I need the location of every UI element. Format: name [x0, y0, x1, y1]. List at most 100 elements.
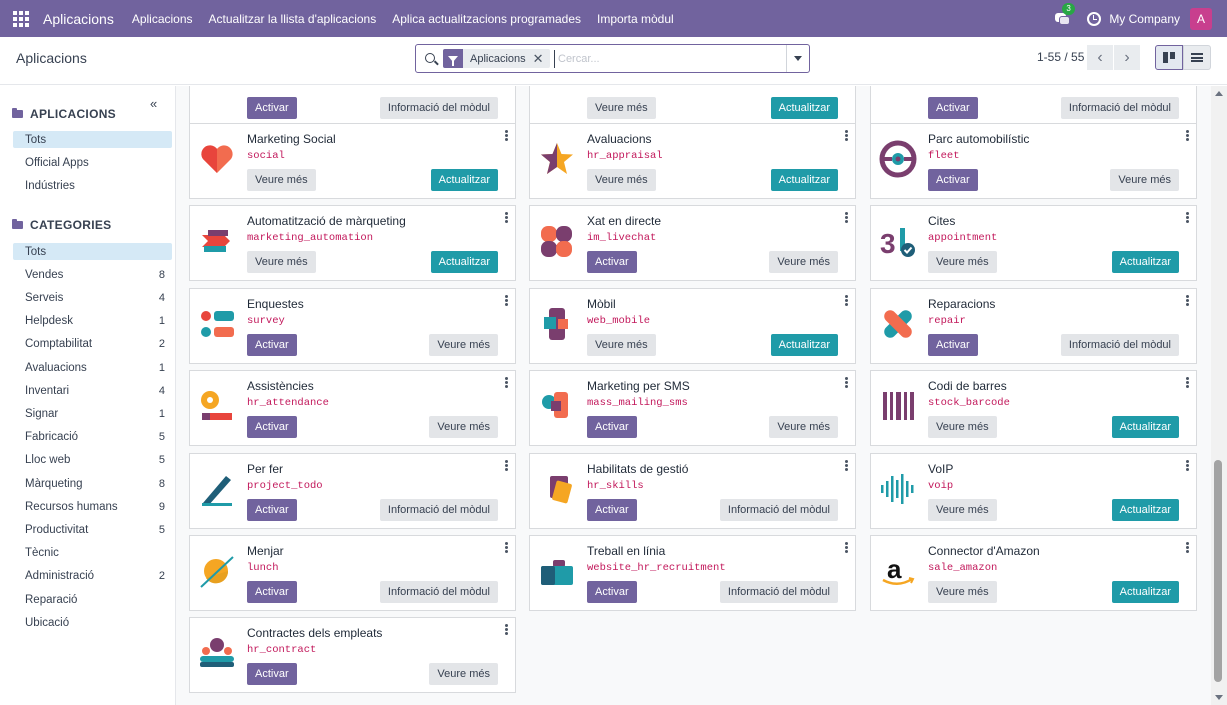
scroll-down-icon[interactable] — [1215, 695, 1223, 700]
card-left-button[interactable]: Activar — [247, 333, 297, 356]
card-menu-icon[interactable] — [845, 377, 848, 389]
card-left-button[interactable]: Activar — [247, 663, 297, 686]
card-right-button[interactable]: Veure més — [1110, 169, 1179, 191]
sidebar-category-item[interactable]: Lloc web 5 — [13, 452, 172, 469]
card-menu-icon[interactable] — [1186, 294, 1189, 306]
menu-update-list[interactable]: Actualitzar la llista d'aplicacions — [209, 12, 377, 26]
scrollbar-thumb[interactable] — [1214, 460, 1222, 682]
pager-previous-button[interactable]: ‹ — [1087, 45, 1113, 70]
user-avatar[interactable]: A — [1190, 7, 1212, 30]
card-right-button[interactable]: Actualitzar — [430, 169, 498, 191]
sidebar-category-item[interactable]: Productivitat 5 — [13, 521, 172, 538]
app-card[interactable]: Reparacions repair Activar Informació del m… — [870, 287, 1197, 364]
scroll-up-icon[interactable] — [1215, 91, 1223, 96]
card-left-button[interactable]: Veure més — [587, 333, 656, 356]
card-menu-icon[interactable] — [505, 294, 508, 306]
sidebar-category-item[interactable]: Fabricació 5 — [13, 429, 172, 446]
sidebar-category-item[interactable]: Serveis 4 — [13, 289, 172, 306]
sidebar-category-item[interactable]: Avaluacions 1 — [13, 359, 172, 376]
app-card[interactable]: VoIP voip Veure més Actualitzar — [870, 452, 1197, 529]
sidebar-category-item[interactable]: Vendes 8 — [13, 266, 172, 283]
card-right-button[interactable]: Actualitzar — [770, 333, 838, 356]
card-right-button[interactable]: Veure més — [429, 416, 498, 439]
card-menu-icon[interactable] — [1186, 542, 1189, 553]
app-card[interactable]: Marketing Social social Veure més Actualitz… — [189, 123, 516, 199]
sidebar-category-item[interactable]: Reparació — [13, 591, 172, 608]
card-left-button[interactable]: Activar — [928, 97, 978, 119]
sidebar-category-item[interactable]: Màrqueting 8 — [13, 475, 172, 492]
app-card[interactable]: a Connector d'Amazon sale_amazon Veure més A… — [870, 535, 1197, 611]
list-view-button[interactable] — [1183, 45, 1211, 70]
sidebar-item-official-apps[interactable]: Official Apps — [13, 154, 172, 171]
card-menu-icon[interactable] — [505, 130, 508, 141]
card-menu-icon[interactable] — [505, 459, 508, 471]
card-left-button[interactable]: Activar — [587, 581, 637, 603]
app-card[interactable]: 3 Cites appointment Veure més Actualitzar — [870, 205, 1197, 282]
app-card[interactable]: Mòbil web_mobile Veure més Actualitzar — [529, 287, 856, 364]
card-right-button[interactable]: Informació del mòdul — [379, 581, 498, 603]
pager-next-button[interactable]: › — [1114, 45, 1140, 70]
card-menu-icon[interactable] — [845, 542, 848, 553]
card-left-button[interactable]: Veure més — [928, 498, 997, 521]
search-icon[interactable] — [425, 53, 435, 63]
app-card[interactable]: Assistències hr_attendance Activar Veure mé… — [189, 370, 516, 447]
card-menu-icon[interactable] — [1186, 459, 1189, 471]
search-options-toggle[interactable] — [786, 45, 809, 72]
sidebar-item-industries[interactable]: Indústries — [13, 177, 172, 194]
app-card[interactable]: Veure més Actualitzar — [529, 86, 856, 127]
sidebar-category-item[interactable]: Signar 1 — [13, 405, 172, 422]
card-menu-icon[interactable] — [505, 212, 508, 224]
card-right-button[interactable]: Actualitzar — [1111, 251, 1179, 274]
card-left-button[interactable]: Activar — [247, 498, 297, 521]
menu-apply-updates[interactable]: Aplica actualitzacions programades — [392, 12, 581, 26]
card-left-button[interactable]: Activar — [587, 498, 637, 521]
sidebar-category-item[interactable]: Helpdesk 1 — [13, 313, 172, 330]
company-switcher[interactable]: My Company — [1109, 12, 1180, 26]
card-right-button[interactable]: Informació del mòdul — [379, 498, 498, 521]
facet-remove-icon[interactable]: ✕ — [533, 52, 544, 65]
app-card[interactable]: Parc automobilístic fleet Activar Veure més — [870, 123, 1197, 199]
app-card[interactable]: Xat en directe im_livechat Activar Veure mé… — [529, 205, 856, 282]
card-left-button[interactable]: Veure més — [928, 251, 997, 274]
pager-value[interactable]: 1-55 / 55 — [1037, 50, 1084, 64]
card-left-button[interactable]: Veure més — [587, 97, 656, 119]
card-left-button[interactable]: Activar — [247, 416, 297, 439]
card-right-button[interactable]: Actualitzar — [770, 97, 838, 119]
card-right-button[interactable]: Veure més — [769, 416, 838, 439]
app-card[interactable]: Contractes dels empleats hr_contract Activ… — [189, 617, 516, 694]
kanban-view-button[interactable] — [1155, 45, 1183, 70]
sidebar-category-item[interactable]: Tècnic — [13, 545, 172, 562]
app-card[interactable]: Marketing per SMS mass_mailing_sms Activar… — [529, 370, 856, 447]
card-menu-icon[interactable] — [845, 294, 848, 306]
card-menu-icon[interactable] — [505, 542, 508, 553]
sidebar-category-item[interactable]: Recursos humans 9 — [13, 498, 172, 515]
app-card[interactable]: Menjar lunch Activar Informació del mòdul — [189, 535, 516, 611]
card-right-button[interactable]: Actualitzar — [430, 251, 498, 274]
card-left-button[interactable]: Veure més — [587, 169, 656, 191]
app-card[interactable]: Activar Informació del mòdul — [870, 86, 1197, 127]
app-card[interactable]: Treball en línia website_hr_recruitment Ac… — [529, 535, 856, 611]
search-input[interactable] — [554, 50, 784, 68]
card-menu-icon[interactable] — [845, 459, 848, 471]
card-left-button[interactable]: Activar — [587, 251, 637, 274]
card-right-button[interactable]: Informació del mòdul — [719, 581, 838, 603]
card-left-button[interactable]: Activar — [247, 581, 297, 603]
card-left-button[interactable]: Activar — [247, 97, 297, 119]
app-card[interactable]: Habilitats de gestió hr_skills Activar Info… — [529, 452, 856, 529]
menu-apps[interactable]: Aplicacions — [132, 12, 193, 26]
card-right-button[interactable]: Veure més — [769, 251, 838, 274]
sidebar-category-item[interactable]: Ubicació — [13, 614, 172, 631]
sidebar-item-all-apps[interactable]: Tots — [13, 131, 172, 148]
vertical-scrollbar[interactable] — [1211, 86, 1227, 705]
card-left-button[interactable]: Activar — [928, 333, 978, 356]
card-right-button[interactable]: Actualitzar — [770, 169, 838, 191]
card-right-button[interactable]: Informació del mòdul — [379, 97, 498, 119]
app-card[interactable]: Activar Informació del mòdul — [189, 86, 516, 127]
card-menu-icon[interactable] — [1186, 377, 1189, 389]
card-right-button[interactable]: Actualitzar — [1111, 416, 1179, 439]
card-menu-icon[interactable] — [845, 212, 848, 224]
sidebar-category-item[interactable]: Administració 2 — [13, 568, 172, 585]
card-right-button[interactable]: Actualitzar — [1111, 581, 1179, 603]
app-grid-icon[interactable] — [13, 10, 35, 28]
card-menu-icon[interactable] — [505, 624, 508, 636]
